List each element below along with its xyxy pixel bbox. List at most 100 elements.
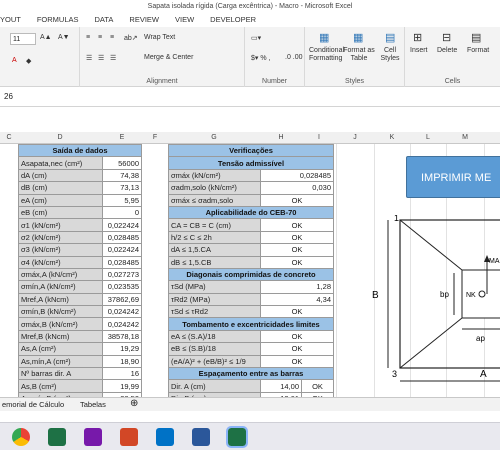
row-value[interactable]: OK (260, 354, 334, 369)
row-label[interactable]: Mref,B (kNcm) (18, 329, 103, 344)
row-label[interactable]: σadm,solo (kN/cm²) (168, 181, 261, 195)
format-button[interactable]: Format (467, 47, 489, 54)
row-value[interactable]: 0,028485 (102, 230, 142, 245)
align-center-icon[interactable]: ☰ (98, 54, 104, 62)
tab-page-layout[interactable]: YOUT (0, 13, 29, 27)
section-title[interactable]: Aplicabilidade do CEB-70 (168, 205, 334, 220)
tab-view[interactable]: VIEW (167, 13, 202, 27)
row-label[interactable]: Dir. A (cm) (168, 379, 261, 393)
decimal-icon[interactable]: .0 .00 (285, 54, 303, 61)
row-label[interactable]: Asapata,nec (cm²) (18, 156, 103, 170)
section-title[interactable]: Espaçamento entre as barras (168, 367, 334, 381)
row-value[interactable]: 0 (102, 205, 142, 220)
increase-font-icon[interactable]: A▲ (40, 34, 52, 41)
row-label[interactable]: h/2 ≤ C ≤ 2h (168, 230, 261, 245)
row-label[interactable]: σ4 (kN/cm²) (18, 255, 103, 269)
row-value[interactable]: OK (260, 329, 334, 344)
formula-value[interactable]: 26 (4, 92, 13, 101)
row-label[interactable]: σmín,A (kN/cm²) (18, 280, 103, 294)
row-value[interactable]: 0,024242 (102, 305, 142, 319)
font-color-icon[interactable]: A (12, 57, 17, 64)
col-header-m[interactable]: M (446, 132, 484, 144)
row-value[interactable]: 0,023535 (102, 280, 142, 294)
add-sheet-icon[interactable]: ⊕ (130, 398, 138, 409)
row-value[interactable]: 1,28 (260, 280, 334, 294)
row-label[interactable]: dA (cm) (18, 168, 103, 183)
row-label[interactable]: eB ≤ (S.B)/18 (168, 342, 261, 356)
row-value[interactable]: 0,022424 (102, 243, 142, 257)
row-label[interactable]: τSd (MPa) (168, 280, 261, 294)
row-value[interactable]: OK (260, 342, 334, 356)
col-header-e[interactable]: E (102, 132, 142, 144)
col-header-c[interactable]: C (0, 132, 18, 144)
row-label[interactable]: σmáx,A (kN/cm²) (18, 267, 103, 282)
excel-icon[interactable] (48, 428, 66, 446)
excel-active-icon[interactable] (226, 426, 248, 448)
row-label[interactable]: CA = CB = C (cm) (168, 218, 261, 232)
powerpoint-icon[interactable] (120, 428, 138, 446)
row-value[interactable]: 5,95 (102, 193, 142, 207)
tab-review[interactable]: REVIEW (121, 13, 167, 27)
section-title[interactable]: Diagonais comprimidas de concreto (168, 267, 334, 282)
row-value[interactable]: OK (260, 218, 334, 232)
cell-styles-button[interactable]: Cell Styles (377, 47, 403, 63)
col-header-d[interactable]: D (18, 132, 102, 144)
row-value[interactable]: OK (260, 255, 334, 269)
row-value[interactable]: 0,028485 (102, 255, 142, 269)
col-header-k[interactable]: K (374, 132, 410, 144)
row-label[interactable]: As,mín,A (cm²) (18, 354, 103, 369)
align-middle-icon[interactable]: ≡ (98, 34, 102, 41)
row-value[interactable]: 19,99 (102, 379, 142, 393)
row-value[interactable]: 73,13 (102, 181, 142, 195)
row-label[interactable]: dB ≤ 1,5.CB (168, 255, 261, 269)
tab-data[interactable]: DATA (87, 13, 122, 27)
onenote-icon[interactable] (84, 428, 102, 446)
row-label[interactable]: σmáx,B (kN/cm²) (18, 317, 103, 331)
verif-header[interactable]: Verificações (168, 143, 334, 158)
saida-header[interactable]: Saída de dados (18, 143, 142, 158)
row-label[interactable]: σmín,B (kN/cm²) (18, 305, 103, 319)
row-label[interactable]: eA (cm) (18, 193, 103, 207)
row-value[interactable]: 38578,18 (102, 329, 142, 344)
col-header-j[interactable]: J (336, 132, 374, 144)
align-left-icon[interactable]: ☰ (86, 54, 92, 62)
tab-formulas[interactable]: FORMULAS (29, 13, 87, 27)
row-label[interactable]: Mref,A (kNcm) (18, 292, 103, 307)
sheet-tab-tabelas[interactable]: Tabelas (80, 400, 106, 409)
row-value[interactable]: 74,38 (102, 168, 142, 183)
row-value[interactable]: 0,027273 (102, 267, 142, 282)
align-right-icon[interactable]: ☰ (110, 54, 116, 62)
wrap-text-button[interactable]: Wrap Text (144, 34, 175, 41)
row-value[interactable]: 56000 (102, 156, 142, 170)
merge-center-button[interactable]: Merge & Center (144, 54, 193, 61)
col-header-f[interactable]: F (142, 132, 168, 144)
row-value[interactable]: OK (260, 243, 334, 257)
row-label[interactable]: τSd ≤ τRd2 (168, 305, 261, 319)
col-header-h[interactable]: H (260, 132, 302, 144)
word-icon[interactable] (192, 428, 210, 446)
format-as-table-button[interactable]: Format as Table (343, 47, 375, 63)
row-label[interactable]: dA ≤ 1,5.CA (168, 243, 261, 257)
align-bottom-icon[interactable]: ≡ (110, 34, 114, 41)
row-label[interactable]: σmáx ≤ σadm,solo (168, 193, 261, 207)
row-value[interactable]: 16 (102, 367, 142, 381)
row-label[interactable]: eA ≤ (S.A)/18 (168, 329, 261, 344)
row-label[interactable]: As,A (cm²) (18, 342, 103, 356)
col-header-g[interactable]: G (168, 132, 260, 144)
insert-button[interactable]: Insert (410, 47, 428, 54)
number-format-select[interactable]: ▭▾ (251, 34, 261, 42)
outlook-icon[interactable] (156, 428, 174, 446)
row-label[interactable]: (eA/A)² + (eB/B)² ≤ 1/9 (168, 354, 261, 369)
row-label[interactable]: As,B (cm²) (18, 379, 103, 393)
col-header-i[interactable]: I (302, 132, 336, 144)
row-value[interactable]: 0,024242 (102, 317, 142, 331)
row-label[interactable]: Nº barras dir. A (18, 367, 103, 381)
row-label[interactable]: σ3 (kN/cm²) (18, 243, 103, 257)
row-value[interactable]: 0,022424 (102, 218, 142, 232)
section-title[interactable]: Tombamento e excentricidades limites (168, 317, 334, 331)
chrome-icon[interactable] (12, 428, 30, 446)
row-status[interactable]: OK (301, 379, 334, 393)
accounting-icon[interactable]: $▾ % , (251, 54, 270, 62)
orientation-icon[interactable]: ab↗ (124, 34, 138, 42)
delete-button[interactable]: Delete (437, 47, 457, 54)
